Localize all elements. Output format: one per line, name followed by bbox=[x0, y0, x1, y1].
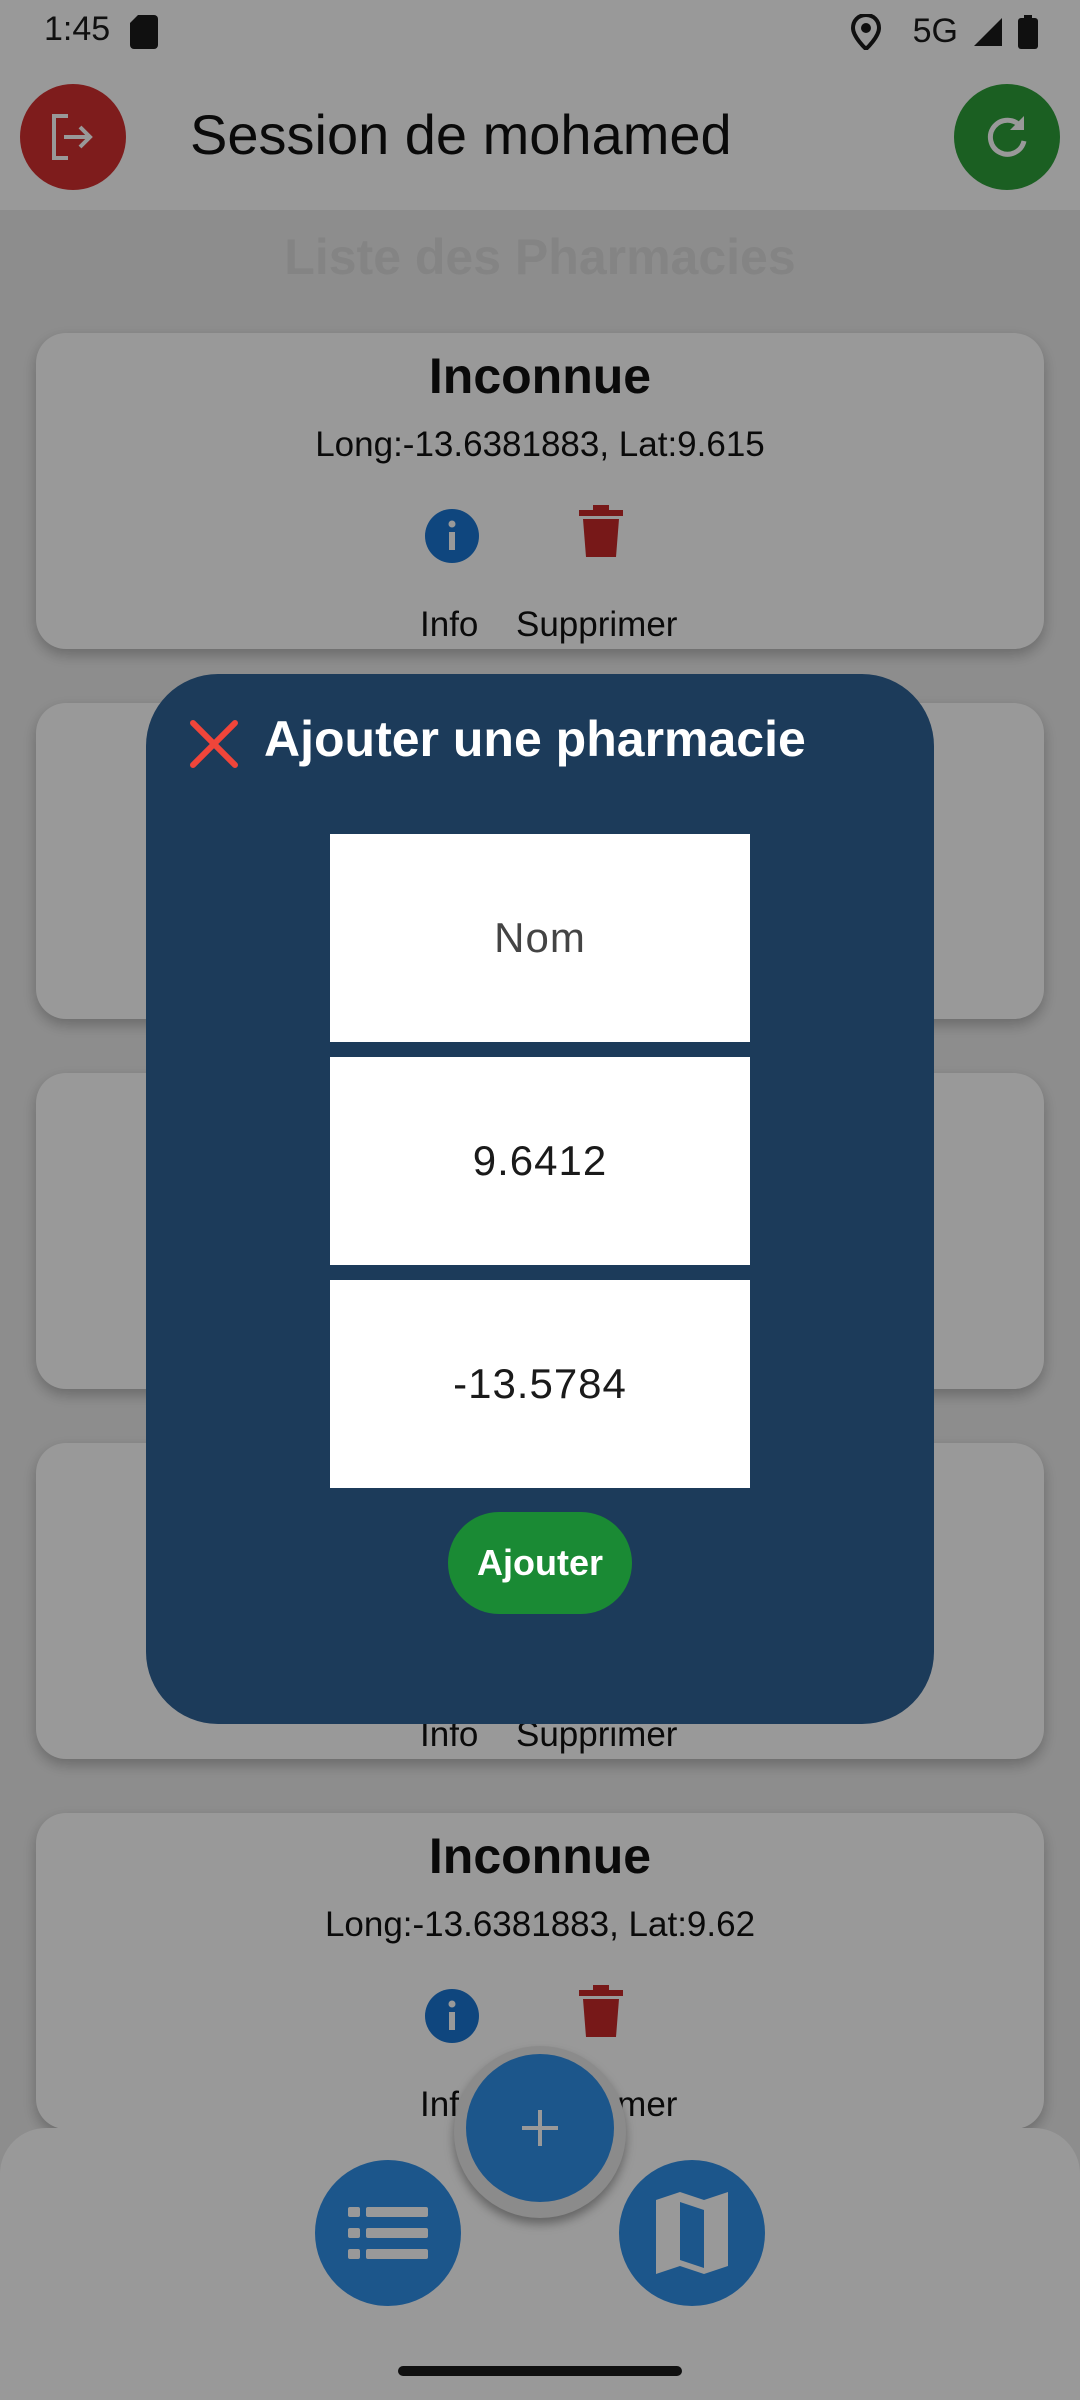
dialog-title: Ajouter une pharmacie bbox=[264, 711, 806, 767]
close-icon bbox=[190, 720, 238, 768]
longitude-field[interactable] bbox=[330, 1280, 750, 1488]
name-field[interactable] bbox=[330, 834, 750, 1042]
close-button[interactable] bbox=[184, 714, 244, 774]
add-pharmacy-dialog: Ajouter une pharmacie Ajouter bbox=[146, 674, 934, 1724]
latitude-field[interactable] bbox=[330, 1057, 750, 1265]
submit-button[interactable]: Ajouter bbox=[448, 1512, 632, 1614]
